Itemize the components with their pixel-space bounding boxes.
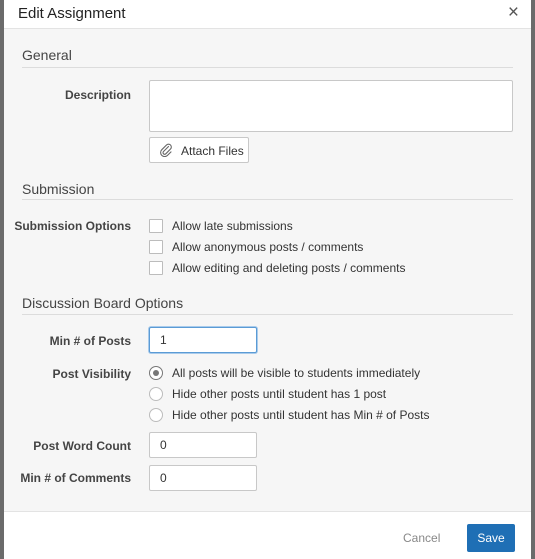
- cancel-button[interactable]: Cancel: [403, 531, 440, 545]
- edit-assignment-dialog: Edit Assignment × General Description At…: [4, 0, 531, 559]
- section-title-submission: Submission: [22, 181, 95, 197]
- min-comments-input[interactable]: [149, 465, 257, 491]
- late-submissions-checkbox[interactable]: [149, 219, 163, 233]
- anonymous-posts-checkbox[interactable]: [149, 240, 163, 254]
- option-label: Hide other posts until student has Min #…: [172, 408, 430, 422]
- attach-files-label: Attach Files: [181, 144, 244, 158]
- dialog-header: Edit Assignment ×: [4, 0, 531, 29]
- min-posts-label: Min # of Posts: [49, 334, 131, 348]
- section-divider: [22, 199, 513, 200]
- section-divider: [22, 67, 513, 68]
- submission-options-label: Submission Options: [14, 219, 131, 233]
- min-posts-input[interactable]: [149, 327, 257, 353]
- section-divider: [22, 314, 513, 315]
- visibility-min-posts-radio[interactable]: [149, 408, 163, 422]
- save-button[interactable]: Save: [467, 524, 515, 552]
- post-word-count-input[interactable]: [149, 432, 257, 458]
- section-title-general: General: [22, 47, 72, 63]
- option-label: Allow editing and deleting posts / comme…: [172, 261, 406, 275]
- option-label: Allow late submissions: [172, 219, 293, 233]
- min-comments-label: Min # of Comments: [20, 471, 131, 485]
- paperclip-icon: [159, 143, 173, 160]
- description-field[interactable]: [149, 80, 513, 132]
- visibility-immediate-radio[interactable]: [149, 366, 163, 380]
- option-label: All posts will be visible to students im…: [172, 366, 421, 380]
- visibility-one-post-radio[interactable]: [149, 387, 163, 401]
- option-label: Hide other posts until student has 1 pos…: [172, 387, 387, 401]
- section-title-discussion: Discussion Board Options: [22, 295, 184, 311]
- close-icon[interactable]: ×: [508, 2, 519, 24]
- post-word-count-label: Post Word Count: [33, 439, 131, 453]
- option-label: Allow anonymous posts / comments: [172, 240, 364, 254]
- dialog-body: General Description Attach Files Submiss…: [4, 29, 531, 512]
- attach-files-button[interactable]: Attach Files: [149, 137, 249, 163]
- description-label: Description: [64, 88, 131, 102]
- editing-deleting-checkbox[interactable]: [149, 261, 163, 275]
- dialog-title: Edit Assignment: [18, 5, 126, 22]
- post-visibility-label: Post Visibility: [52, 367, 131, 381]
